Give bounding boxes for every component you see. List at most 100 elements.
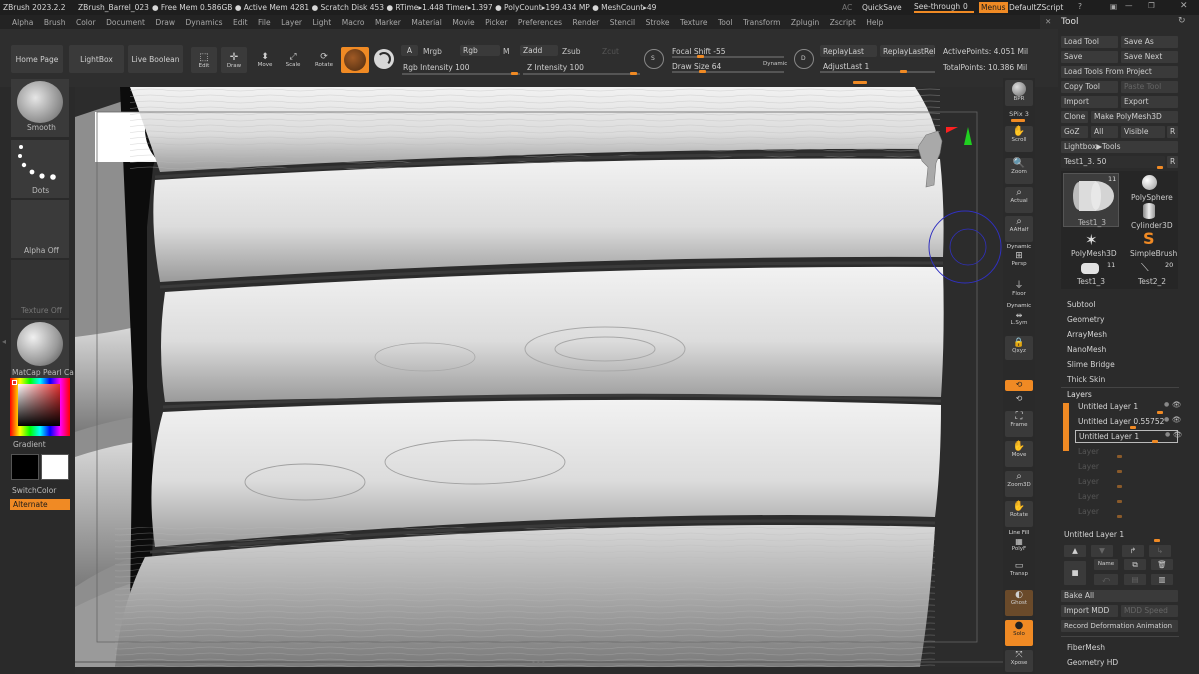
spix-slider[interactable]: SPix 3 (1005, 110, 1033, 118)
paste-tool-button[interactable]: Paste Tool (1121, 81, 1178, 93)
goz-r-button[interactable]: R (1167, 126, 1178, 138)
zoom-button[interactable]: 🔍 Zoom (1005, 158, 1033, 184)
tool-thumb-test1-3-large[interactable]: Test1_3 11 (1063, 173, 1119, 227)
replay-last-button[interactable]: ReplayLast (820, 45, 877, 57)
menu-item-render[interactable]: Render (573, 18, 600, 27)
menu-item-texture[interactable]: Texture (680, 18, 707, 27)
layer-row[interactable]: Untitled Layer 1 ● 👁 (1075, 400, 1182, 414)
layer-insert-icon[interactable]: ⤺ (1094, 574, 1118, 585)
draw-mode-button[interactable]: ✛ Draw (221, 47, 247, 73)
menu-item-marker[interactable]: Marker (375, 18, 401, 27)
rgb-intensity-slider[interactable] (402, 73, 520, 75)
export-button[interactable]: Export (1121, 96, 1178, 108)
layer-merge-icon[interactable]: ↳ (1149, 545, 1171, 557)
menu-item-file[interactable]: File (258, 18, 271, 27)
color-picker[interactable] (10, 378, 70, 436)
thick-skin-section[interactable]: Thick Skin (1067, 375, 1105, 384)
material-picker[interactable]: MatCap Pearl Ca (11, 320, 74, 378)
close-icon[interactable]: ✕ (1180, 1, 1188, 11)
default-zscript-button[interactable]: DefaultZScript (1009, 3, 1063, 12)
menus-toggle[interactable]: Menus (979, 2, 1008, 13)
replay-last-rel-button[interactable]: ReplayLastRel (880, 45, 936, 57)
minimize-icon[interactable]: — (1125, 1, 1133, 10)
goz-all-button[interactable]: All (1091, 126, 1118, 138)
focal-shift-slider[interactable] (672, 56, 784, 58)
secondary-color-swatch[interactable] (11, 454, 39, 480)
move-view-button[interactable]: ✋ Move (1005, 441, 1033, 467)
aahalf-button[interactable]: ⌕ AAHalf (1005, 216, 1033, 242)
tray-collapse-icon[interactable]: ◂ (2, 337, 6, 346)
menu-item-zscript[interactable]: Zscript (830, 18, 856, 27)
import-button[interactable]: Import (1061, 96, 1118, 108)
polyframe-button[interactable]: ▦ PolyF (1005, 537, 1033, 555)
menu-item-macro[interactable]: Macro (342, 18, 365, 27)
current-layer-slider[interactable]: Untitled Layer 1 (1061, 529, 1179, 542)
goz-button[interactable]: GoZ (1061, 126, 1088, 138)
xyz-rotate-toggle[interactable]: ⟲ (1005, 380, 1033, 391)
menu-item-movie[interactable]: Movie (452, 18, 474, 27)
save-as-button[interactable]: Save As (1121, 36, 1178, 48)
menu-item-transform[interactable]: Transform (743, 18, 780, 27)
help-icon[interactable]: ? (1078, 2, 1082, 11)
rotate-mode-button[interactable]: ⟳ Rotate (312, 47, 336, 73)
menu-item-color[interactable]: Color (76, 18, 96, 27)
layer-eye-icon[interactable]: 👁 (1172, 400, 1182, 409)
geometry-section[interactable]: Geometry (1067, 315, 1104, 324)
make-polymesh3d-button[interactable]: Make PolyMesh3D (1091, 111, 1178, 123)
alternate-toggle[interactable]: Alternate (10, 499, 70, 510)
load-tool-button[interactable]: Load Tool (1061, 36, 1118, 48)
xpose-button[interactable]: ⤧ Xpose (1005, 650, 1033, 672)
gradient-label[interactable]: Gradient (13, 440, 46, 449)
import-mdd-button[interactable]: Import MDD (1061, 605, 1118, 617)
m-toggle[interactable]: M (503, 47, 509, 56)
zoom3d-button[interactable]: ⌕ Zoom3D (1005, 471, 1033, 497)
home-page-button[interactable]: Home Page (11, 45, 63, 73)
barrel-model-render[interactable] (75, 87, 1003, 667)
scroll-button[interactable]: ✋ Scroll (1005, 126, 1033, 152)
layer-rec-icon[interactable]: ● (1164, 416, 1169, 423)
menu-item-alpha[interactable]: Alpha (12, 18, 33, 27)
local-symmetry-button[interactable]: ⇹ L.Sym (1005, 311, 1033, 329)
tool-thumb-test2-2[interactable]: ⟍ 20 Test2_2 (1121, 261, 1176, 287)
menu-item-preferences[interactable]: Preferences (518, 18, 562, 27)
layer-split-icon[interactable]: ↱ (1122, 545, 1144, 557)
zcut-toggle[interactable]: Zcut (602, 47, 619, 56)
menu-item-light[interactable]: Light (313, 18, 332, 27)
layer-copy-icon[interactable]: ▤ (1124, 574, 1146, 585)
menu-item-document[interactable]: Document (106, 18, 145, 27)
empty-layer-row[interactable]: Layer (1075, 461, 1178, 473)
layer-delete-icon[interactable]: 🗑 (1151, 559, 1173, 570)
menu-item-zplugin[interactable]: Zplugin (791, 18, 819, 27)
y-rotate-toggle[interactable]: ⟲ (1005, 394, 1033, 405)
move-mode-button[interactable]: ⬍ Move (253, 47, 277, 73)
menu-item-stencil[interactable]: Stencil (610, 18, 635, 27)
zsub-toggle[interactable]: Zsub (562, 47, 581, 56)
palette-toggle-icon[interactable]: ▣ (1110, 2, 1117, 11)
fibermesh-section[interactable]: FiberMesh (1067, 643, 1105, 652)
layer-down-icon[interactable]: ▼ (1091, 545, 1113, 557)
quicksave-button[interactable]: QuickSave (862, 3, 902, 12)
live-boolean-button[interactable]: Live Boolean (128, 45, 183, 73)
clone-button[interactable]: Clone (1061, 111, 1088, 123)
menu-item-layer[interactable]: Layer (281, 18, 302, 27)
tool-thumb-polymesh3d[interactable]: ✶ PolyMesh3D (1063, 231, 1119, 259)
slime-bridge-section[interactable]: Slime Bridge (1067, 360, 1115, 369)
rgb-toggle[interactable]: Rgb (460, 45, 500, 56)
bake-all-button[interactable]: Bake All (1061, 590, 1178, 602)
layer-rec-icon[interactable]: ● (1165, 431, 1170, 438)
nanomesh-section[interactable]: NanoMesh (1067, 345, 1106, 354)
menu-item-draw[interactable]: Draw (155, 18, 175, 27)
empty-layer-row[interactable]: Layer (1075, 506, 1178, 518)
palette-refresh-icon[interactable]: ↻ (1178, 16, 1186, 26)
current-tool-r-button[interactable]: R (1167, 156, 1178, 168)
see-through-label[interactable]: See-through (914, 2, 960, 11)
menu-item-dynamics[interactable]: Dynamics (186, 18, 223, 27)
palette-close-icon[interactable]: ✕ (1045, 17, 1051, 26)
layer-row[interactable]: Untitled Layer 0.55752 ● 👁 (1075, 415, 1182, 429)
lightbox-tools-button[interactable]: Lightbox▶Tools (1061, 141, 1178, 153)
color-sphere-icon[interactable] (374, 49, 394, 69)
texture-picker[interactable]: Texture Off (11, 260, 69, 318)
layer-up-icon[interactable]: ▲ (1064, 545, 1086, 557)
empty-layer-row[interactable]: Layer (1075, 491, 1178, 503)
arraymesh-section[interactable]: ArrayMesh (1067, 330, 1107, 339)
